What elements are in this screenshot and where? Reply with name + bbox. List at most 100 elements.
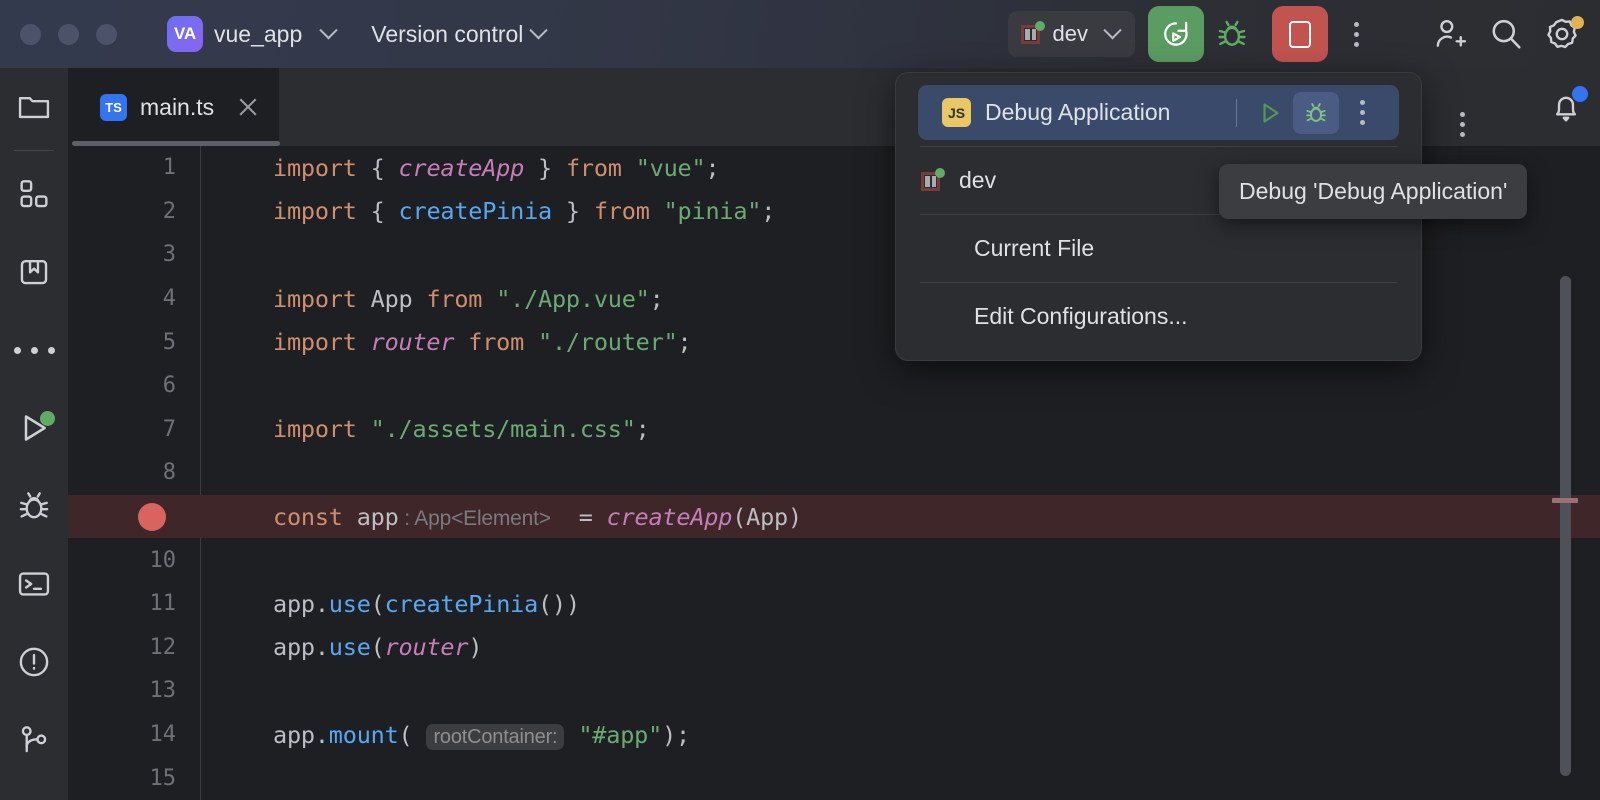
- rerun-icon: [1164, 21, 1188, 46]
- run-icon: [1263, 102, 1279, 123]
- code-text: import { createPinia } from "pinia";: [273, 197, 776, 226]
- blocks-icon: [20, 180, 48, 208]
- line-number: 12: [149, 634, 177, 660]
- stop-button[interactable]: [1272, 6, 1328, 62]
- line-number: 2: [162, 198, 176, 224]
- code-text: app.use(createPinia()): [273, 589, 580, 618]
- project-name: vue_app: [214, 20, 303, 47]
- editor-tab-main-ts[interactable]: TS main.ts: [68, 68, 280, 146]
- notifications-button[interactable]: [1532, 68, 1600, 146]
- line-number: 3: [162, 242, 176, 268]
- code-text: app.use(router): [273, 633, 483, 662]
- line-number: 7: [162, 416, 176, 442]
- line-number: 13: [149, 678, 177, 704]
- code-text: const app : App<Element> = createApp(App…: [273, 502, 802, 531]
- menu-separator: [920, 282, 1397, 283]
- menu-item-current-file[interactable]: Current File: [896, 221, 1421, 276]
- stop-icon: [1289, 20, 1311, 48]
- minimize-window-button[interactable]: [58, 23, 79, 45]
- sidebar-item-bookmarks[interactable]: [0, 233, 68, 311]
- editor-tab-label: main.ts: [140, 93, 215, 120]
- window-controls: [0, 23, 117, 45]
- editor-more-button[interactable]: [1434, 96, 1490, 152]
- tooltip: Debug 'Debug Application': [1219, 164, 1528, 219]
- code-line[interactable]: 11 app.use(createPinia()): [68, 582, 1600, 626]
- code-line[interactable]: 10: [68, 538, 1600, 582]
- breakpoint-icon[interactable]: [138, 502, 166, 531]
- settings-button[interactable]: [1534, 6, 1590, 62]
- configuration-more-button[interactable]: [1339, 92, 1385, 134]
- code-line[interactable]: 6: [68, 364, 1600, 408]
- code-text: import router from "./router";: [273, 328, 692, 357]
- zoom-window-button[interactable]: [96, 23, 117, 45]
- version-control-label: Version control: [371, 20, 524, 47]
- menu-item-label: Current File: [974, 235, 1095, 261]
- menu-item-edit-configurations[interactable]: Edit Configurations...: [896, 289, 1421, 344]
- code-line[interactable]: const app : App<Element> = createApp(App…: [68, 494, 1600, 539]
- bug-icon: [19, 492, 49, 519]
- search-button[interactable]: [1478, 6, 1534, 62]
- code-line[interactable]: 15: [68, 756, 1600, 800]
- line-number: 14: [149, 722, 177, 748]
- bug-icon: [1218, 20, 1246, 46]
- git-branch-icon: [21, 726, 47, 753]
- npm-icon: [1020, 21, 1045, 46]
- toolbar-more-button[interactable]: [1328, 6, 1384, 62]
- more-vertical-icon: [1353, 21, 1359, 47]
- more-vertical-icon: [1359, 100, 1365, 125]
- line-number: 4: [162, 286, 176, 312]
- debug-icon: [1306, 102, 1326, 122]
- run-configuration-chip[interactable]: dev: [1007, 11, 1135, 57]
- menu-divider: [1236, 98, 1237, 127]
- ide-window: VA vue_app Version control dev TS main.t…: [0, 0, 1600, 800]
- close-tab-icon[interactable]: [237, 96, 259, 118]
- sidebar-item-commit[interactable]: [0, 155, 68, 233]
- code-text: app.mount( rootContainer: "#app");: [273, 720, 690, 750]
- code-text: import App from "./App.vue";: [273, 284, 664, 313]
- project-selector[interactable]: VA vue_app: [167, 16, 338, 52]
- line-number: 5: [162, 329, 176, 355]
- sidebar-item-more-tools[interactable]: [0, 311, 68, 389]
- code-line[interactable]: 7 import "./assets/main.css";: [68, 408, 1600, 452]
- add-user-button[interactable]: [1422, 6, 1478, 62]
- title-bar: VA vue_app Version control dev: [0, 0, 1600, 68]
- run-configuration-button[interactable]: [1247, 92, 1293, 134]
- close-window-button[interactable]: [20, 23, 41, 45]
- menu-separator: [920, 146, 1397, 147]
- settings-update-badge: [1571, 16, 1584, 29]
- line-number: 6: [162, 373, 176, 399]
- add-user-icon: [1436, 19, 1467, 47]
- line-number: 8: [162, 460, 176, 486]
- code-line[interactable]: 14 app.mount( rootContainer: "#app");: [68, 713, 1600, 757]
- editor-vertical-scrollbar[interactable]: [1560, 276, 1571, 776]
- menu-item-label: Edit Configurations...: [974, 303, 1188, 329]
- debug-button[interactable]: [1204, 6, 1260, 62]
- bookmark-icon: [20, 260, 48, 285]
- sidebar-item-terminal[interactable]: [0, 545, 68, 623]
- line-number: 1: [162, 155, 176, 181]
- rail-divider: [14, 150, 54, 151]
- debug-configuration-button[interactable]: [1293, 91, 1339, 134]
- code-line[interactable]: 13: [68, 669, 1600, 713]
- menu-item-debug-application[interactable]: JS Debug Application: [918, 85, 1399, 140]
- rerun-button[interactable]: [1148, 6, 1204, 62]
- sidebar-item-problems[interactable]: [0, 623, 68, 701]
- parameter-inlay-hint[interactable]: rootContainer:: [426, 723, 565, 750]
- type-inlay-hint[interactable]: : App<Element>: [399, 507, 551, 530]
- terminal-icon: [18, 572, 50, 596]
- line-number: 15: [149, 765, 177, 791]
- sidebar-item-version-control[interactable]: [0, 701, 68, 779]
- sidebar-item-run[interactable]: [0, 389, 68, 467]
- notification-badge: [1572, 86, 1588, 102]
- menu-item-label: Debug Application: [985, 99, 1171, 125]
- code-line[interactable]: 8: [68, 451, 1600, 495]
- toolbar-right: dev: [1007, 0, 1600, 68]
- error-stripe-marker[interactable]: [1552, 498, 1578, 503]
- version-control-menu[interactable]: Version control: [335, 20, 549, 48]
- line-number: 11: [149, 591, 177, 617]
- sidebar-item-debug[interactable]: [0, 467, 68, 545]
- search-icon: [1492, 19, 1521, 49]
- code-line[interactable]: 12 app.use(router): [68, 626, 1600, 670]
- code-text: import "./assets/main.css";: [273, 415, 650, 444]
- sidebar-item-project[interactable]: [0, 68, 68, 146]
